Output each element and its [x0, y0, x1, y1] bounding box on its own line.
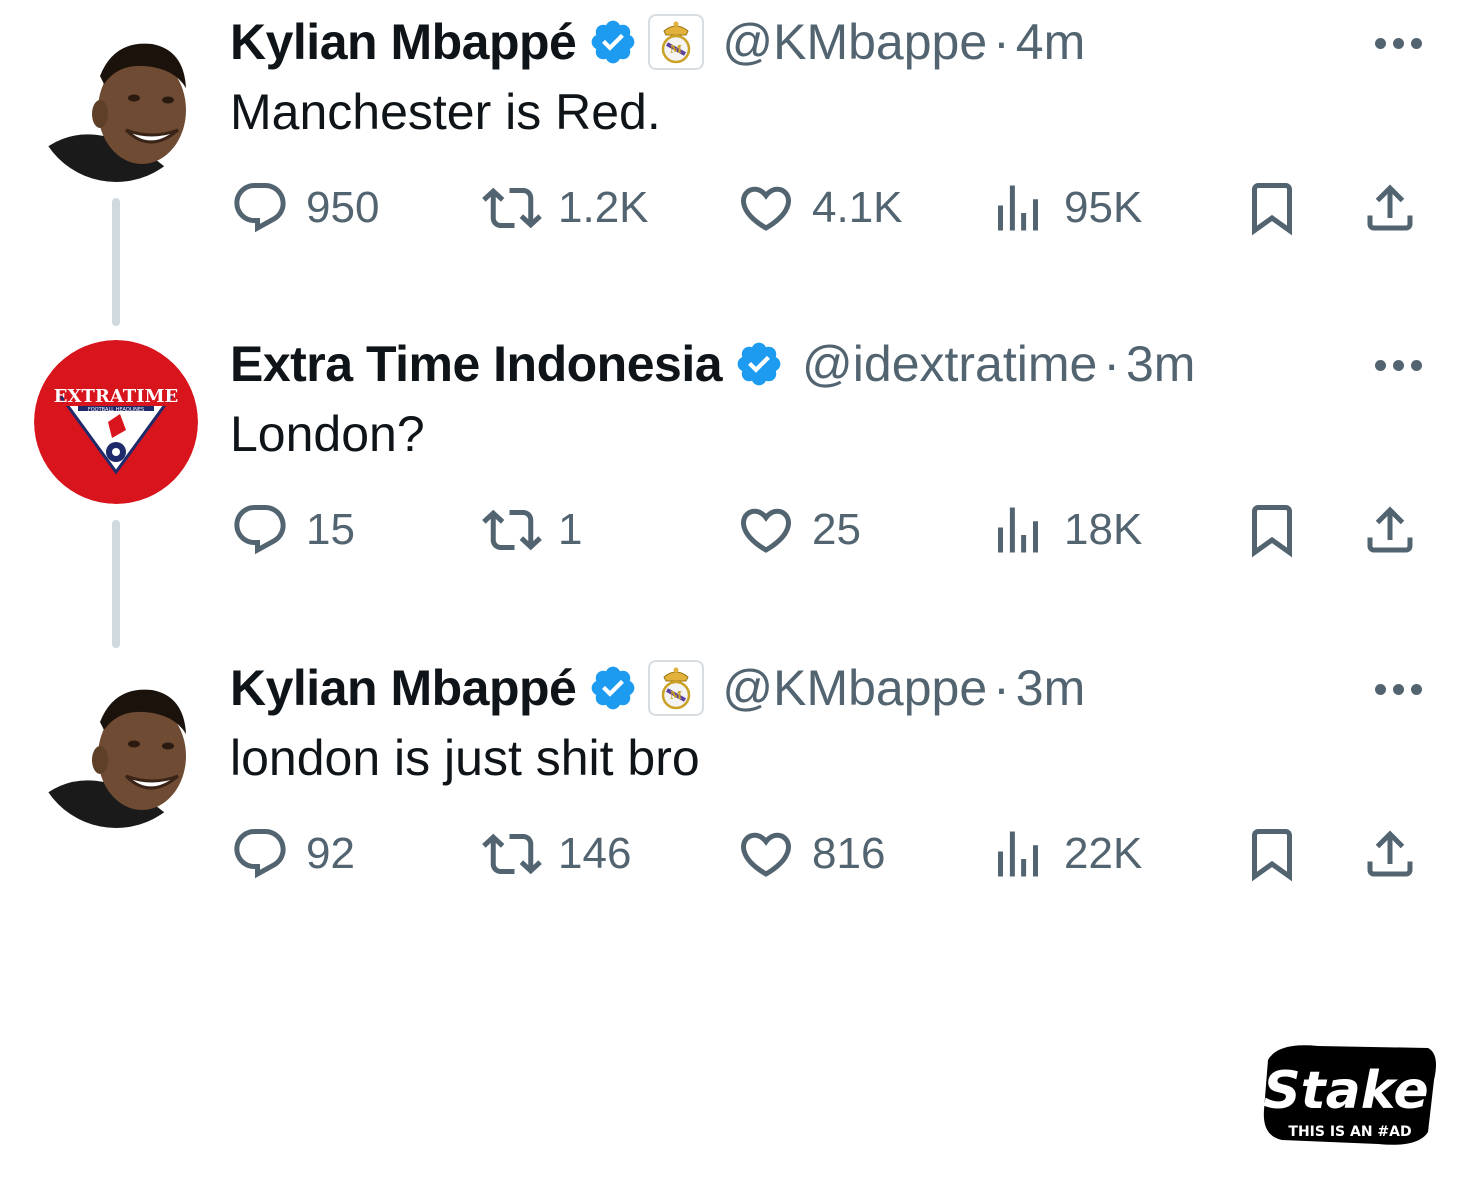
bookmark-icon	[1242, 824, 1302, 884]
repost-count: 1.2K	[558, 183, 649, 232]
views-button[interactable]: 18K	[988, 498, 1142, 562]
share-button[interactable]	[1360, 176, 1420, 240]
like-count: 4.1K	[812, 183, 903, 232]
action-bar: 92 146 816 22K	[0, 822, 1460, 886]
extra-time-logo-subtext: FOOTBALL HEADLINES	[88, 407, 144, 413]
author-name[interactable]: Kylian Mbappé	[230, 13, 577, 71]
author-handle[interactable]: @KMbappe	[722, 13, 987, 71]
avatar[interactable]: EXTRATIME FOOTBALL HEADLINES	[34, 340, 198, 504]
reply-icon	[230, 500, 290, 560]
author-handle[interactable]: @idextratime	[802, 335, 1097, 393]
tweet-text: london is just shit bro	[230, 730, 700, 786]
share-button[interactable]	[1360, 498, 1420, 562]
more-options-icon[interactable]	[1375, 360, 1422, 371]
extra-time-logo-text: EXTRATIME	[54, 386, 178, 407]
action-bar: 950 1.2K 4.1K 95K	[0, 176, 1460, 240]
author-handle[interactable]: @KMbappe	[722, 659, 987, 717]
repost-count: 146	[558, 829, 632, 878]
repost-button[interactable]: 146	[482, 822, 631, 886]
views-button[interactable]: 22K	[988, 822, 1142, 886]
tweet-text: London?	[230, 406, 425, 462]
views-count: 95K	[1064, 183, 1143, 232]
like-count: 25	[812, 505, 861, 554]
repost-icon	[482, 178, 542, 238]
like-button[interactable]: 25	[736, 498, 861, 562]
share-icon	[1360, 178, 1420, 238]
bookmark-button[interactable]	[1242, 822, 1302, 886]
like-button[interactable]: 816	[736, 822, 885, 886]
tweet[interactable]: EXTRATIME FOOTBALL HEADLINES Extra Time …	[0, 334, 1460, 604]
stake-brand-text: Stake	[1263, 1061, 1428, 1121]
thread-line	[112, 198, 120, 326]
verified-badge-icon	[588, 663, 638, 713]
thread-line	[112, 520, 120, 648]
more-options-icon[interactable]	[1375, 38, 1422, 49]
views-icon	[988, 824, 1048, 884]
bookmark-button[interactable]	[1242, 176, 1302, 240]
views-button[interactable]: 95K	[988, 176, 1142, 240]
tweet-header: Kylian Mbappé @KMbappe · 4m	[230, 12, 1085, 72]
real-madrid-crest-icon[interactable]	[648, 14, 705, 70]
action-bar: 15 1 25 18K	[0, 498, 1460, 562]
avatar[interactable]	[34, 664, 198, 828]
reply-icon	[230, 824, 290, 884]
heart-icon	[736, 500, 796, 560]
tweet-header: Extra Time Indonesia @idextratime · 3m	[230, 334, 1195, 394]
share-icon	[1360, 500, 1420, 560]
stake-ad-logo: Stake THIS IS AN #AD	[1258, 1040, 1438, 1154]
bookmark-icon	[1242, 500, 1302, 560]
author-name[interactable]: Extra Time Indonesia	[230, 335, 723, 393]
reply-icon	[230, 178, 290, 238]
ad-tagline: THIS IS AN #AD	[1288, 1124, 1411, 1140]
verified-badge-icon	[734, 339, 784, 389]
repost-icon	[482, 500, 542, 560]
timestamp[interactable]: 3m	[1016, 659, 1085, 717]
verified-badge-icon	[588, 17, 638, 67]
real-madrid-crest-icon[interactable]	[648, 660, 705, 716]
bookmark-icon	[1242, 178, 1302, 238]
views-count: 18K	[1064, 505, 1143, 554]
like-count: 816	[812, 829, 886, 878]
views-count: 22K	[1064, 829, 1143, 878]
author-name[interactable]: Kylian Mbappé	[230, 659, 577, 717]
timestamp[interactable]: 4m	[1016, 13, 1085, 71]
separator-dot: ·	[1103, 336, 1120, 392]
tweet[interactable]: Kylian Mbappé @KMbappe · 4m Manchester i…	[0, 12, 1460, 282]
repost-button[interactable]: 1.2K	[482, 176, 649, 240]
tweet-text: Manchester is Red.	[230, 84, 661, 140]
separator-dot: ·	[993, 660, 1010, 716]
heart-icon	[736, 178, 796, 238]
repost-count: 1	[558, 505, 583, 554]
repost-button[interactable]: 1	[482, 498, 582, 562]
tweet-header: Kylian Mbappé @KMbappe · 3m	[230, 658, 1085, 718]
mbappe-avatar-image	[34, 664, 198, 828]
tweet[interactable]: Kylian Mbappé @KMbappe · 3m london is ju…	[0, 658, 1460, 928]
heart-icon	[736, 824, 796, 884]
reply-count: 15	[306, 505, 355, 554]
reply-button[interactable]: 15	[230, 498, 355, 562]
timestamp[interactable]: 3m	[1126, 335, 1195, 393]
repost-icon	[482, 824, 542, 884]
separator-dot: ·	[993, 14, 1010, 70]
more-options-icon[interactable]	[1375, 684, 1422, 695]
views-icon	[988, 178, 1048, 238]
reply-count: 950	[306, 183, 380, 232]
bookmark-button[interactable]	[1242, 498, 1302, 562]
extra-time-logo-image: EXTRATIME FOOTBALL HEADLINES	[34, 340, 198, 504]
like-button[interactable]: 4.1K	[736, 176, 903, 240]
share-button[interactable]	[1360, 822, 1420, 886]
reply-count: 92	[306, 829, 355, 878]
views-icon	[988, 500, 1048, 560]
reply-button[interactable]: 950	[230, 176, 379, 240]
avatar[interactable]	[34, 18, 198, 182]
mbappe-avatar-image	[34, 18, 198, 182]
reply-button[interactable]: 92	[230, 822, 355, 886]
share-icon	[1360, 824, 1420, 884]
